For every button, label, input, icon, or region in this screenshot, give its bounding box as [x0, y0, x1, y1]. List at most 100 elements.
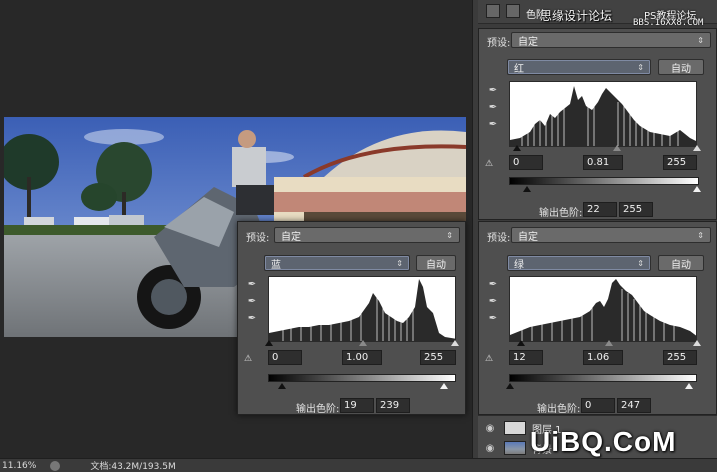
black-eyedropper-icon[interactable]: ✒ [487, 85, 499, 97]
watermark-logo: UiBQ.CoM [530, 426, 677, 457]
zoom-level[interactable]: 11.16% [2, 461, 36, 471]
preset-dropdown[interactable]: 自定 ⇕ [511, 227, 711, 243]
input-white-value: 255 [667, 157, 687, 168]
output-black-field[interactable]: 0 [581, 398, 615, 413]
input-black-field[interactable]: 0 [268, 350, 302, 365]
histogram-graph [269, 279, 455, 341]
input-white-field[interactable]: 255 [420, 350, 456, 365]
auto-button[interactable]: 自动 [416, 255, 456, 271]
output-white-slider[interactable] [440, 383, 448, 389]
preset-value: 自定 [518, 36, 538, 48]
chevron-updown-icon: ⇕ [446, 230, 453, 240]
chevron-updown-icon: ⇕ [697, 35, 704, 45]
chevron-updown-icon: ⇕ [697, 230, 704, 240]
preset-label: 预设: [487, 233, 511, 244]
layer-thumbnail [504, 421, 526, 435]
output-black-value: 19 [344, 400, 357, 411]
output-white-field[interactable]: 255 [619, 202, 653, 217]
output-white-value: 247 [621, 400, 641, 411]
output-black-field[interactable]: 22 [583, 202, 617, 217]
input-black-slider[interactable] [517, 340, 525, 346]
input-gamma-slider[interactable] [613, 145, 621, 151]
input-gamma-slider[interactable] [359, 340, 367, 346]
preset-label: 预设: [246, 233, 270, 244]
input-white-field[interactable]: 255 [663, 155, 697, 170]
watermark-title: 思缘设计论坛 [540, 9, 613, 23]
output-white-field[interactable]: 239 [376, 398, 410, 413]
white-eyedropper-icon[interactable]: ✒ [246, 313, 258, 325]
levels-panel-blue: 预设: 自定 ⇕ 蓝 ⇕ 自动 ✒ ✒ ✒ ⚠ 0 1.00 255 输出色阶:… [237, 221, 466, 415]
channel-dropdown[interactable]: 红 ⇕ [507, 59, 651, 75]
eye-icon[interactable]: ◉ [482, 443, 498, 454]
output-white-value: 239 [380, 400, 400, 411]
input-gamma-value: 1.00 [346, 352, 369, 363]
histogram-graph [510, 279, 696, 341]
preset-dropdown[interactable]: 自定 ⇕ [274, 227, 460, 243]
output-white-slider[interactable] [693, 186, 701, 192]
auto-button[interactable]: 自动 [658, 59, 704, 75]
input-gamma-slider[interactable] [605, 340, 613, 346]
black-eyedropper-icon[interactable]: ✒ [246, 279, 258, 291]
watermark-url: BBS.16XX8.COM [633, 18, 704, 28]
black-eyedropper-icon[interactable]: ✒ [487, 279, 499, 291]
histogram [509, 81, 697, 147]
auto-button-label: 自动 [426, 259, 446, 271]
clip-warning-icon[interactable]: ⚠ [244, 354, 258, 366]
input-gamma-value: 0.81 [587, 157, 610, 168]
input-black-value: 12 [513, 352, 526, 363]
preset-value: 自定 [518, 231, 538, 243]
clip-warning-icon[interactable]: ⚠ [485, 159, 499, 171]
input-black-field[interactable]: 12 [509, 350, 543, 365]
preset-dropdown[interactable]: 自定 ⇕ [511, 32, 711, 48]
gray-eyedropper-icon[interactable]: ✒ [487, 102, 499, 114]
auto-button-label: 自动 [671, 259, 691, 271]
output-black-field[interactable]: 19 [340, 398, 374, 413]
gray-eyedropper-icon[interactable]: ✒ [246, 296, 258, 308]
input-black-field[interactable]: 0 [509, 155, 543, 170]
histogram-shape [510, 279, 696, 341]
gray-eyedropper-icon[interactable]: ✒ [487, 296, 499, 308]
input-gamma-value: 1.06 [587, 352, 610, 363]
input-white-value: 255 [424, 352, 444, 363]
layer-thumbnail [504, 441, 526, 455]
output-black-value: 22 [587, 204, 600, 215]
output-black-value: 0 [585, 400, 592, 411]
output-black-slider[interactable] [506, 383, 514, 389]
histogram-shape [510, 86, 696, 146]
input-gamma-field[interactable]: 1.06 [583, 350, 623, 365]
preset-value: 自定 [281, 231, 301, 243]
input-white-slider[interactable] [693, 145, 701, 151]
output-white-field[interactable]: 247 [617, 398, 651, 413]
mask-icon[interactable] [506, 4, 520, 18]
output-gradient [509, 374, 697, 382]
input-white-field[interactable]: 255 [663, 350, 697, 365]
levels-panel-green: 预设: 自定 ⇕ 绿 ⇕ 自动 ✒ ✒ ✒ ⚠ 12 1.06 255 输出色阶… [478, 221, 717, 415]
status-info-icon[interactable] [50, 460, 61, 471]
channel-dropdown[interactable]: 蓝 ⇕ [264, 255, 410, 271]
white-eyedropper-icon[interactable]: ✒ [487, 313, 499, 325]
auto-button[interactable]: 自动 [658, 255, 704, 271]
eye-icon[interactable]: ◉ [482, 423, 498, 434]
input-white-value: 255 [667, 352, 687, 363]
output-gradient [268, 374, 456, 382]
input-gamma-field[interactable]: 1.00 [342, 350, 382, 365]
output-white-slider[interactable] [685, 383, 693, 389]
channel-value: 红 [514, 63, 524, 75]
channel-dropdown[interactable]: 绿 ⇕ [507, 255, 651, 271]
input-black-slider[interactable] [513, 145, 521, 151]
input-white-slider[interactable] [693, 340, 701, 346]
output-levels-label: 输出色阶: [296, 404, 340, 415]
clip-warning-icon[interactable]: ⚠ [485, 354, 499, 366]
input-black-value: 0 [513, 157, 520, 168]
levels-icon[interactable] [486, 4, 500, 18]
white-eyedropper-icon[interactable]: ✒ [487, 119, 499, 131]
input-gamma-field[interactable]: 0.81 [583, 155, 623, 170]
output-gradient [509, 177, 699, 185]
output-black-slider[interactable] [278, 383, 286, 389]
histogram-graph [510, 86, 696, 146]
document-size: 文档:43.2M/193.5M [90, 462, 176, 472]
input-white-slider[interactable] [451, 340, 459, 346]
output-black-slider[interactable] [523, 186, 531, 192]
chevron-updown-icon: ⇕ [396, 258, 403, 268]
input-black-slider[interactable] [265, 340, 273, 346]
